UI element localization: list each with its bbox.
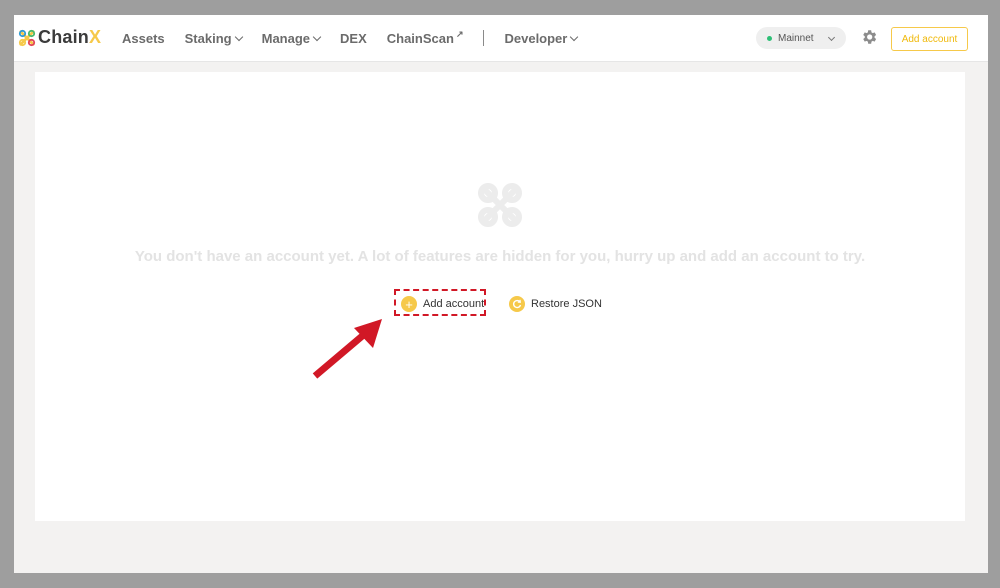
nav-divider (483, 30, 485, 46)
restore-json-button[interactable]: Restore JSON (509, 296, 602, 312)
external-link-icon: ↗ (455, 28, 464, 39)
chevron-down-icon (827, 33, 836, 42)
logo-text: ChainX (38, 27, 101, 48)
restore-json-label: Restore JSON (531, 298, 602, 310)
nav-assets[interactable]: Assets (122, 31, 165, 46)
gear-icon (863, 30, 877, 44)
main-nav: Assets Staking Manage DEX ChainScan ↗ Dev… (122, 15, 597, 61)
logo-text-accent: X (89, 27, 102, 47)
add-account-header-button[interactable]: Add account (891, 27, 968, 51)
highlight-box (394, 289, 486, 316)
nav-staking[interactable]: Staking (184, 30, 243, 46)
empty-state-card: You don't have an account yet. A lot of … (35, 72, 965, 521)
settings-button[interactable] (860, 28, 878, 51)
nav-dex-label: DEX (340, 30, 367, 46)
network-selector[interactable]: Mainnet (756, 27, 846, 49)
refresh-icon (509, 296, 525, 312)
chevron-down-icon (234, 32, 243, 41)
refresh-icon-glyph (512, 299, 522, 309)
chevron-down-icon (312, 32, 322, 41)
logo-text-main: Chain (38, 27, 90, 47)
chainx-logo-icon (18, 29, 36, 46)
chevron-down-icon (570, 32, 579, 41)
nav-assets-label: Assets (122, 30, 165, 46)
nav-manage[interactable]: Manage (261, 30, 322, 46)
nav-chainscan-label: ChainScan (386, 30, 454, 46)
app-window: ChainX Assets Staking Manage DEX ChainSc… (14, 15, 988, 573)
nav-developer[interactable]: Developer (504, 30, 579, 46)
nav-dex[interactable]: DEX (340, 31, 367, 46)
red-arrow-icon (312, 319, 382, 379)
top-navigation-bar: ChainX Assets Staking Manage DEX ChainSc… (14, 15, 988, 62)
nav-staking-label: Staking (184, 30, 232, 46)
nav-developer-label: Developer (504, 30, 568, 46)
network-label: Mainnet (778, 32, 814, 44)
chainx-logo[interactable]: ChainX (18, 27, 101, 48)
nav-manage-label: Manage (261, 30, 311, 46)
network-status-dot (767, 35, 772, 41)
empty-state-message: You don't have an account yet. A lot of … (134, 248, 866, 265)
chainx-watermark-icon (478, 183, 522, 227)
nav-chainscan[interactable]: ChainScan ↗ (386, 28, 464, 46)
